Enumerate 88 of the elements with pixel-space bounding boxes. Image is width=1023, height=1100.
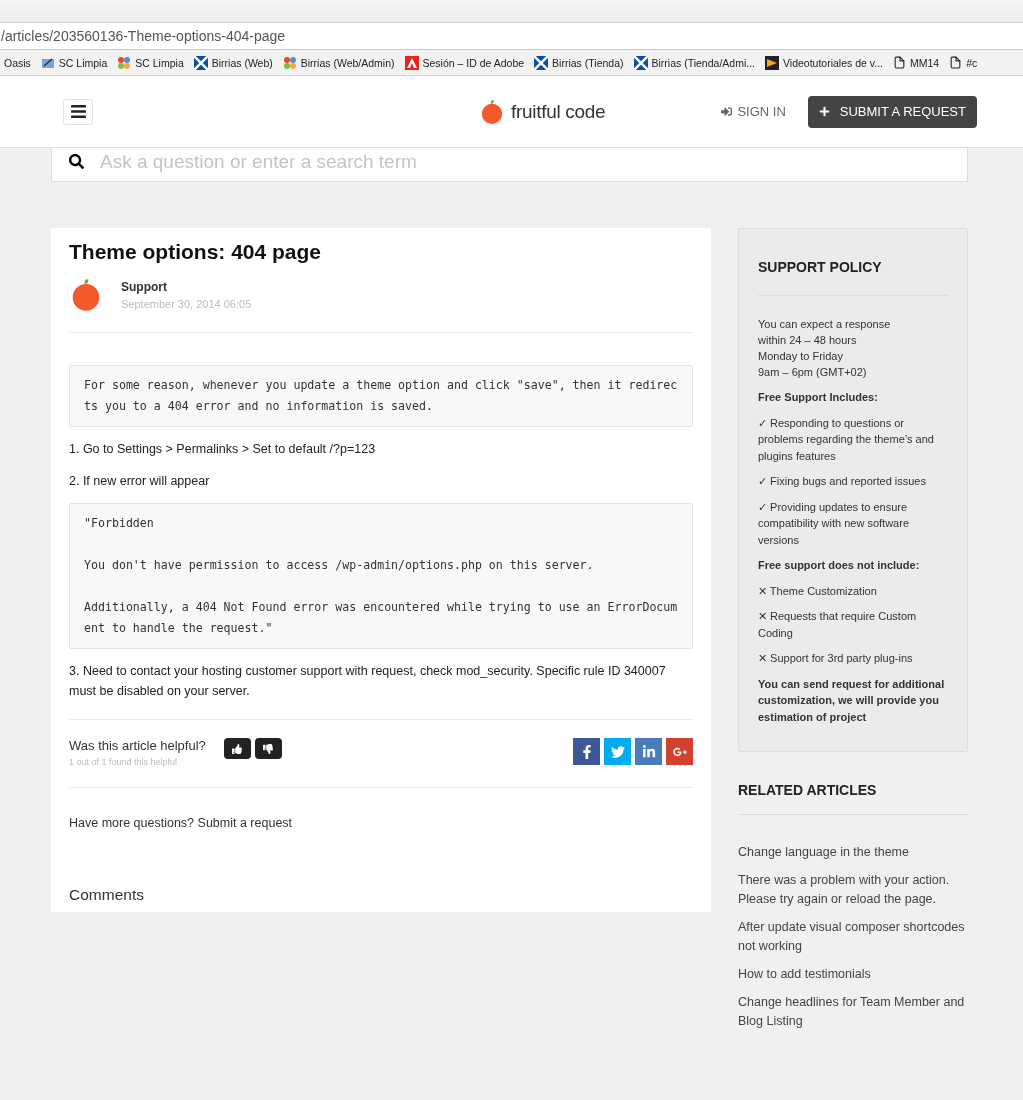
thumbs-up-icon — [232, 743, 243, 754]
pinwheel-icon — [117, 55, 132, 70]
submit-request-link[interactable]: Submit a request — [197, 816, 293, 830]
policy-item: ✕ Theme Customization — [758, 583, 878, 599]
related-article-link[interactable]: Change language in the theme — [738, 843, 968, 862]
bookmark-link[interactable]: SC Limpia — [117, 55, 184, 70]
code-text: "Forbidden — [84, 515, 155, 532]
bookmark-label: SC Limpia — [135, 56, 184, 69]
helpful-count: 1 out of 1 found this helpful — [69, 757, 179, 767]
flag-icon — [633, 55, 648, 70]
thumbs-up-button[interactable] — [223, 738, 251, 759]
bookmark-label: Sesión – ID de Adobe — [422, 56, 525, 69]
panel-title: SUPPORT POLICY — [758, 259, 948, 296]
menu-icon — [69, 103, 87, 120]
bookmark-label: MM14 — [910, 56, 940, 69]
bookmark-link[interactable]: Birrias (Tienda) — [534, 55, 624, 70]
bookmark-link[interactable]: #c — [949, 56, 978, 69]
related-article-link[interactable]: After update visual composer shortcodes not working — [738, 918, 968, 956]
comments-heading: Comments — [69, 886, 145, 904]
article-date: September 30, 2014 06:05 — [121, 298, 252, 310]
article-paragraph: 3. Need to contact your hosting customer support with request, check mod_security. Specific rule ID 340007 must be disabled on your server. — [69, 663, 667, 700]
linkedin-button[interactable] — [635, 738, 662, 765]
bookmark-link[interactable]: MM14 — [893, 56, 940, 69]
google-plus-button[interactable] — [666, 738, 693, 765]
search-icon — [69, 154, 84, 169]
flag-icon — [534, 55, 549, 70]
related-article-link[interactable]: How to add testimonials — [738, 965, 968, 984]
policy-item: ✕ Requests that require Custom Coding — [758, 609, 918, 641]
policy-note: You can send request for additional customization, we will provide you estimation of project — [758, 676, 946, 725]
video-icon — [765, 55, 779, 70]
article-paragraph: 1. Go to Settings > Permalinks > Set to default /?p=123 — [69, 441, 377, 458]
submit-request-button[interactable]: SUBMIT A REQUEST — [807, 95, 977, 128]
pencil-icon — [40, 55, 55, 70]
search-box[interactable]: Ask a question or enter a search term — [51, 148, 968, 182]
bookmark-link[interactable]: Birrias (Tienda/Admi... — [633, 55, 755, 70]
bookmark-link[interactable]: Oasis — [4, 56, 31, 69]
twitter-icon — [610, 744, 625, 759]
code-text: You don't have permission to access /wp-admin/options.php on this server. — [84, 557, 595, 574]
policy-heading: Free Support Includes: — [758, 390, 879, 405]
flag-icon — [193, 55, 208, 70]
helpful-question: Was this article helpful? — [69, 738, 206, 753]
plus-icon — [818, 106, 830, 117]
sign-in-icon — [721, 106, 733, 117]
related-article-link[interactable]: Change headlines for Team Member and Blog Listing — [738, 993, 968, 1031]
article-title: Theme options: 404 page — [69, 240, 323, 264]
address-bar-url[interactable]: /articles/203560136-Theme-options-404-page — [1, 28, 286, 44]
policy-text: 9am – 6pm (GMT+02) — [758, 365, 868, 380]
bookmark-label: #c — [966, 56, 978, 69]
bookmark-label: Birrias (Web) — [211, 56, 273, 69]
bookmark-label: Birrias (Tienda/Admi... — [651, 56, 755, 69]
policy-text: You can expect a response — [758, 317, 892, 332]
policy-heading: Free support does not include: — [758, 558, 921, 573]
policy-text: within 24 – 48 hours — [758, 333, 858, 348]
search-field[interactable]: Ask a question or enter a search term — [98, 149, 967, 174]
bookmark-label: Birrias (Tienda) — [552, 56, 624, 69]
bookmark-link[interactable]: SC Limpia — [40, 55, 108, 70]
bookmark-link[interactable]: Birrias (Web/Admin) — [282, 55, 395, 70]
bookmark-label: SC Limpia — [58, 56, 108, 69]
author-name: Support — [121, 280, 168, 294]
thumbs-down-button[interactable] — [254, 738, 282, 759]
policy-text: Monday to Friday — [758, 349, 844, 364]
bookmark-link[interactable]: Sesión – ID de Adobe — [404, 55, 525, 70]
policy-item: ✓ Providing updates to ensure compatibility with new software versions — [758, 499, 910, 548]
bookmark-label: Videotutoriales de v... — [783, 56, 883, 69]
facebook-button[interactable] — [573, 738, 600, 765]
policy-item: ✓ Fixing bugs and reported issues — [758, 474, 927, 489]
related-article-link[interactable]: There was a problem with your action. Please try again or reload the page. — [738, 871, 968, 909]
thumbs-down-icon — [263, 743, 274, 754]
site-logo[interactable]: fruitful code — [479, 98, 606, 125]
sign-in-link[interactable]: SIGN IN — [721, 104, 786, 119]
bookmark-label: Birrias (Web/Admin) — [300, 56, 395, 69]
code-text: For some reason, whenever you update a theme option and click "save", then it redirects you to a 404 error and no information is saved. — [84, 377, 678, 415]
section-title: RELATED ARTICLES — [738, 782, 968, 815]
pinwheel-icon — [282, 55, 297, 70]
more-questions-text: Have more questions? Submit a request — [69, 816, 294, 830]
adobe-icon — [404, 55, 419, 70]
page-icon — [893, 56, 906, 69]
logo-text: fruitful code — [511, 100, 606, 123]
article-paragraph: 2. If new error will appear — [69, 473, 211, 490]
sign-in-label: SIGN IN — [737, 104, 786, 119]
linkedin-icon — [641, 744, 656, 759]
bookmark-link[interactable]: Birrias (Web) — [193, 55, 273, 70]
page-icon — [949, 56, 963, 69]
bookmark-link[interactable]: Videotutoriales de v... — [765, 55, 883, 70]
code-text: Additionally, a 404 Not Found error was encountered while trying to use an ErrorDocument to handle the request." — [84, 599, 678, 637]
menu-button[interactable] — [63, 98, 93, 125]
policy-item: ✓ Responding to questions or problems regarding the theme’s and plugins features — [758, 415, 935, 464]
policy-item: ✕ Support for 3rd party plug-ins — [758, 651, 914, 666]
